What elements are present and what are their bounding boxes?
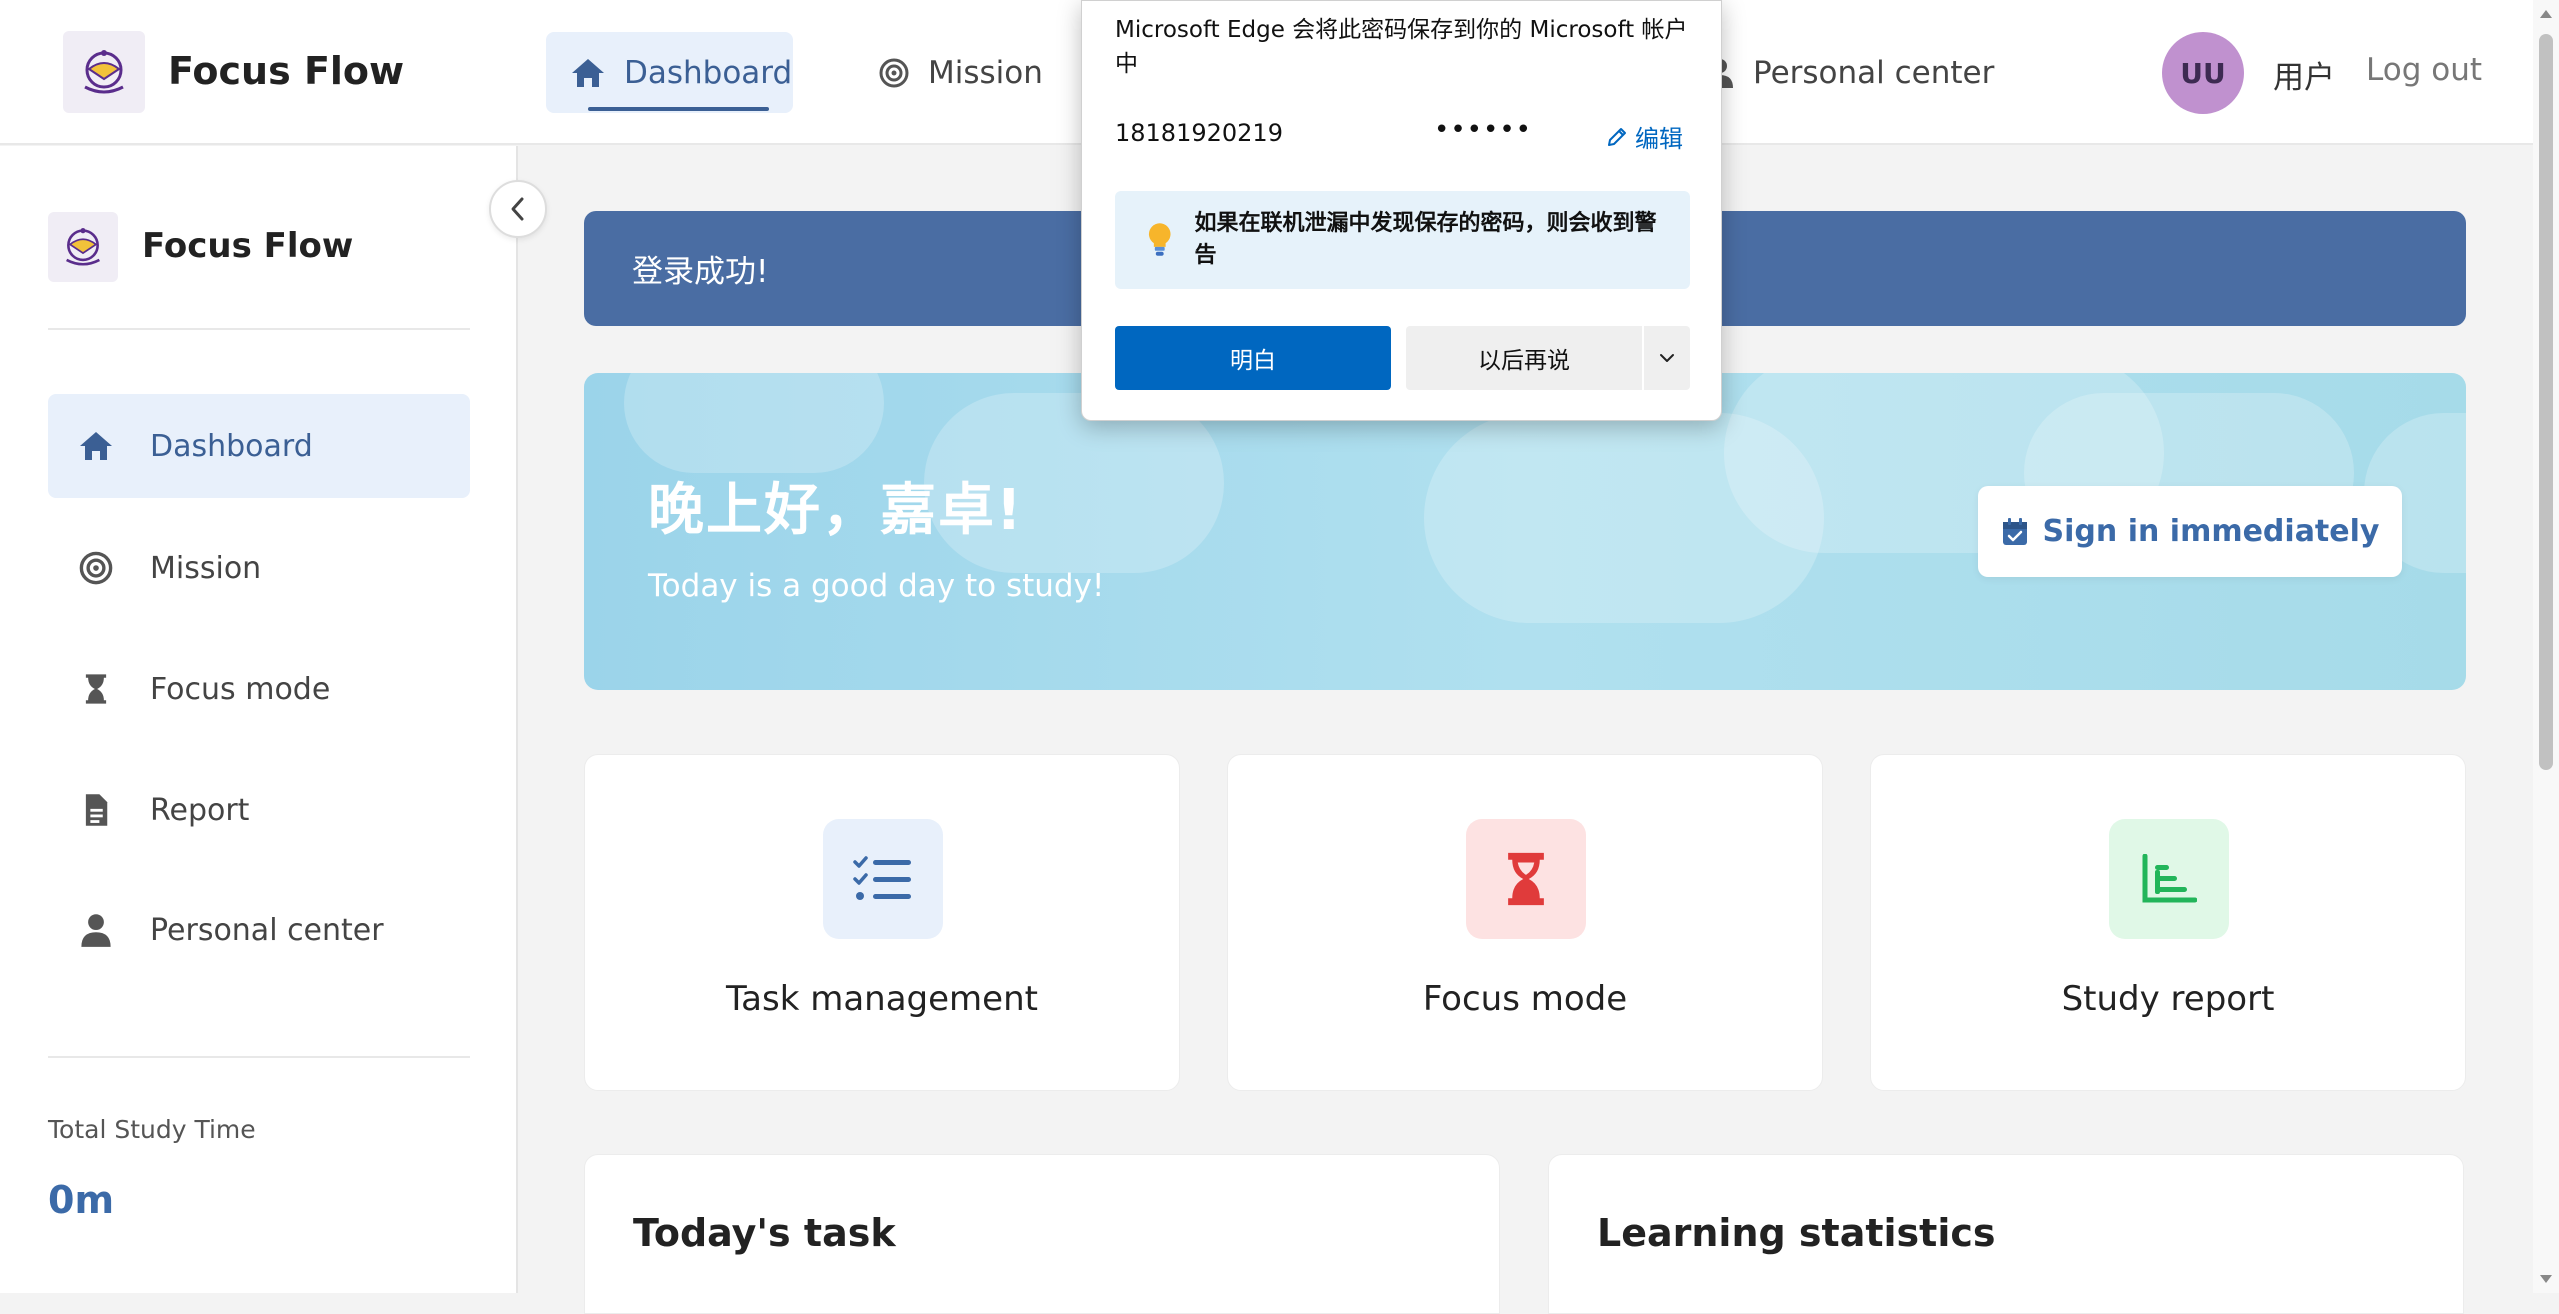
chevron-left-icon bbox=[511, 197, 524, 221]
card-label: Focus mode bbox=[1422, 979, 1628, 1019]
sidebar-collapse-button[interactable] bbox=[489, 180, 547, 238]
nav-mission[interactable]: Mission bbox=[878, 32, 1043, 113]
hourglass-icon bbox=[85, 674, 107, 704]
target-icon bbox=[879, 58, 909, 87]
popup-username: 18181920219 bbox=[1115, 119, 1283, 147]
chevron-down-icon bbox=[1660, 354, 1674, 362]
page-scrollbar[interactable] bbox=[2533, 0, 2559, 1293]
focus-logo-icon bbox=[84, 50, 124, 94]
sidebar-item-label: Mission bbox=[150, 550, 262, 586]
sidebar-item-label: Personal center bbox=[150, 912, 384, 948]
lightbulb-icon bbox=[1148, 223, 1171, 256]
popup-got-it-button[interactable]: 明白 bbox=[1115, 326, 1391, 390]
home-icon bbox=[80, 432, 112, 460]
total-study-time-label: Total Study Time bbox=[48, 1115, 256, 1144]
card-icon-box bbox=[823, 819, 943, 939]
sidebar-item-dashboard[interactable]: Dashboard bbox=[48, 394, 470, 498]
sidebar-item-mission[interactable]: Mission bbox=[48, 516, 470, 620]
popup-title: Microsoft Edge 会将此密码保存到你的 Microsoft 帐户中 bbox=[1115, 17, 1688, 77]
card-study-report[interactable]: Study report bbox=[1870, 754, 2466, 1091]
document-icon bbox=[85, 794, 108, 826]
brand-name: Focus Flow bbox=[168, 49, 405, 93]
popup-not-now-button[interactable]: 以后再说 bbox=[1406, 326, 1642, 390]
sidebar-item-label: Report bbox=[150, 792, 250, 828]
sidebar-item-focus-mode[interactable]: Focus mode bbox=[48, 637, 470, 741]
nav-mission-label: Mission bbox=[928, 54, 1043, 91]
focus-logo-icon bbox=[66, 228, 100, 266]
nav-dashboard[interactable]: Dashboard bbox=[546, 32, 793, 113]
card-label: Study report bbox=[2061, 979, 2275, 1019]
scroll-up-arrow[interactable] bbox=[2540, 10, 2552, 18]
popup-edit-label: 编辑 bbox=[1635, 125, 1683, 153]
calendar-check-icon bbox=[2002, 517, 2027, 545]
greeting-title: 晚上好，嘉卓! bbox=[648, 478, 1024, 543]
sidebar-divider bbox=[48, 1056, 470, 1058]
learning-statistics-panel: Learning statistics bbox=[1548, 1154, 2464, 1314]
popup-password-mask: •••••• bbox=[1434, 115, 1533, 145]
nav-personal-center[interactable]: Personal center bbox=[1705, 32, 1994, 113]
sidebar-logo bbox=[48, 212, 118, 282]
panel-title: Today's task bbox=[633, 1211, 896, 1255]
avatar[interactable]: UU bbox=[2162, 32, 2244, 114]
card-label: Task management bbox=[726, 979, 1038, 1019]
edge-password-save-popup: Microsoft Edge 会将此密码保存到你的 Microsoft 帐户中 … bbox=[1081, 0, 1722, 421]
popup-info-text: 如果在联机泄漏中发现保存的密码，则会收到警告 bbox=[1194, 211, 1657, 268]
total-study-time-value: 0m bbox=[48, 1178, 115, 1222]
card-icon-box bbox=[1466, 819, 1586, 939]
panel-title: Learning statistics bbox=[1597, 1211, 1996, 1255]
scroll-down-arrow[interactable] bbox=[2540, 1275, 2552, 1283]
toast-message: 登录成功! bbox=[632, 254, 769, 290]
sidebar-item-personal-center[interactable]: Personal center bbox=[48, 878, 470, 982]
card-focus-mode[interactable]: Focus mode bbox=[1227, 754, 1823, 1091]
sign-in-button[interactable]: Sign in immediately bbox=[1978, 486, 2402, 577]
user-name: 用户 bbox=[2273, 60, 2335, 96]
card-task-management[interactable]: Task management bbox=[584, 754, 1180, 1091]
popup-info-box: 如果在联机泄漏中发现保存的密码，则会收到警告 bbox=[1115, 191, 1690, 289]
chart-icon bbox=[2142, 854, 2197, 903]
nav-personal-center-label: Personal center bbox=[1753, 54, 1995, 91]
pencil-icon bbox=[1608, 127, 1626, 146]
sidebar-divider bbox=[48, 328, 470, 330]
sidebar-item-report[interactable]: Report bbox=[48, 758, 470, 862]
popup-edit-link[interactable]: 编辑 bbox=[1605, 119, 1683, 154]
scroll-thumb[interactable] bbox=[2539, 34, 2553, 770]
logout-link[interactable]: Log out bbox=[2366, 52, 2482, 88]
sign-in-label: Sign in immediately bbox=[2042, 514, 2380, 549]
sidebar-brand: Focus Flow bbox=[142, 226, 354, 266]
greeting-subtitle: Today is a good day to study! bbox=[648, 568, 1105, 604]
home-icon bbox=[572, 58, 604, 87]
nav-dashboard-label: Dashboard bbox=[624, 54, 793, 91]
popup-more-options-button[interactable] bbox=[1644, 326, 1690, 390]
user-icon bbox=[81, 914, 111, 947]
checklist-icon bbox=[853, 856, 911, 900]
hourglass-icon bbox=[1508, 852, 1544, 906]
target-icon bbox=[79, 551, 113, 585]
sidebar-item-label: Dashboard bbox=[150, 428, 313, 464]
brand-logo[interactable] bbox=[63, 31, 145, 113]
card-icon-box bbox=[2109, 819, 2229, 939]
sidebar-item-label: Focus mode bbox=[150, 671, 331, 707]
todays-task-panel: Today's task bbox=[584, 1154, 1500, 1314]
